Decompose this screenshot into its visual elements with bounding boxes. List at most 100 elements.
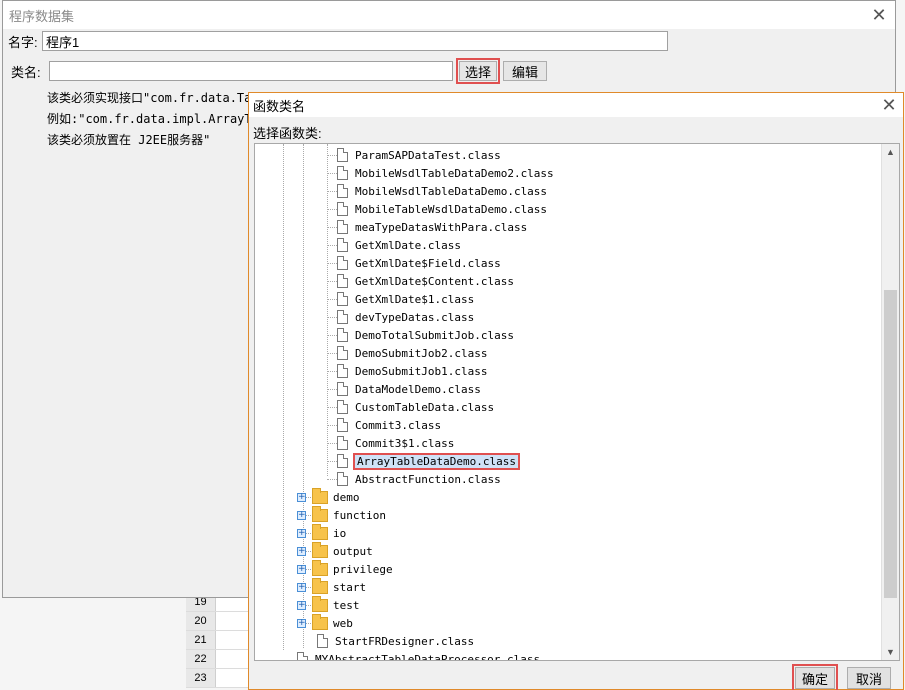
scrollbar-thumb[interactable] [884,290,897,598]
tree-folder[interactable]: + function [297,505,386,524]
tree-item-label: ParamSAPDataTest.class [355,148,501,162]
tree-item[interactable]: GetXmlDate$Content.class [337,272,514,290]
tree-item-label: Commit3$1.class [355,436,455,450]
file-icon [337,436,348,450]
tree-item[interactable]: meaTypeDatasWithPara.class [337,218,527,236]
file-icon [337,292,348,306]
tree-item[interactable]: Commit3$1.class [337,434,454,452]
ok-button[interactable]: 确定 [792,664,838,690]
tree-item-selected[interactable]: ArrayTableDataDemo.class [337,452,520,470]
name-row: 名字: [8,31,668,51]
tree-item[interactable]: DemoSubmitJob2.class [337,344,487,362]
expand-icon[interactable]: + [297,510,306,520]
tree-folder-label: start [333,580,367,594]
dataset-dialog-titlebar: 程序数据集 ✕ [3,1,895,29]
tree-item-label: GetXmlDate$Field.class [355,256,501,270]
tree-folder[interactable]: + demo [297,487,360,506]
expand-icon[interactable]: + [297,492,306,502]
function-dialog-titlebar: 函数类名 ✕ [249,93,903,117]
edit-button[interactable]: 编辑 [503,61,547,81]
tree-item-label: GetXmlDate$1.class [355,292,475,306]
expand-icon[interactable]: + [297,546,306,556]
class-tree[interactable]: ParamSAPDataTest.class MobileWsdlTableDat… [254,143,900,661]
class-name-input[interactable] [49,61,453,81]
folder-icon [312,541,328,558]
tree-folder[interactable]: + start [297,577,367,596]
tree-folder[interactable]: + privilege [297,559,393,578]
tree-item[interactable]: MobileWsdlTableDataDemo.class [337,182,547,200]
file-icon [317,634,328,648]
tree-item-label: meaTypeDatasWithPara.class [355,220,528,234]
tree-item-label: Commit3.class [355,418,442,432]
tree-item-label: GetXmlDate.class [355,238,461,252]
tree-folder[interactable]: + output [297,541,373,560]
spreadsheet-row-headers: 19 20 21 22 23 [186,593,250,688]
folder-icon [312,577,328,594]
file-icon [337,364,348,378]
tree-item-label: StartFRDesigner.class [335,634,475,648]
tree-folder[interactable]: + web [297,613,353,632]
tree-item[interactable]: GetXmlDate$Field.class [337,254,501,272]
file-icon [337,256,348,270]
tree-item[interactable]: CustomTableData.class [337,398,494,416]
tree-item[interactable]: MobileTableWsdlDataDemo.class [337,200,547,218]
file-icon [337,274,348,288]
tree-item[interactable]: GetXmlDate$1.class [337,290,474,308]
tree-item[interactable]: ParamSAPDataTest.class [337,146,501,164]
folder-icon [312,613,328,630]
row-number: 20 [186,612,216,630]
tree-item[interactable]: Commit3.class [337,416,441,434]
expand-icon[interactable]: + [297,618,306,628]
folder-icon [312,523,328,540]
expand-icon[interactable]: + [297,528,306,538]
close-icon[interactable]: ✕ [879,95,899,115]
file-icon [337,472,348,486]
row-number: 21 [186,631,216,649]
tree-item[interactable]: devTypeDatas.class [337,308,474,326]
file-icon [337,148,348,162]
tree-item[interactable]: MobileWsdlTableDataDemo2.class [337,164,554,182]
close-icon[interactable]: ✕ [869,5,889,25]
file-icon [337,310,348,324]
file-icon [337,202,348,216]
tree-folder-label: test [333,598,360,612]
file-icon [337,454,348,468]
tree-item[interactable]: MYAbstractTableDataProcessor.class [297,650,541,661]
tree-item[interactable]: DemoTotalSubmitJob.class [337,326,514,344]
tree-item[interactable]: DemoSubmitJob1.class [337,362,487,380]
tree-item-label: CustomTableData.class [355,400,495,414]
expand-icon[interactable]: + [297,600,306,610]
tree-item[interactable]: AbstractFunction.class [337,470,501,488]
file-icon [337,382,348,396]
tree-folder[interactable]: + test [297,595,360,614]
tree-item-label: MYAbstractTableDataProcessor.class [315,652,541,661]
file-icon [337,166,348,180]
folder-icon [312,559,328,576]
row-number: 23 [186,669,216,687]
hint-server: 该类必须放置在 J2EE服务器" [47,133,211,147]
vertical-scrollbar[interactable]: ▲ ▼ [881,144,899,660]
folder-icon [312,595,328,612]
table-row: 20 [186,612,250,631]
file-icon [337,328,348,342]
file-icon [337,220,348,234]
expand-icon[interactable]: + [297,564,306,574]
tree-folder[interactable]: + io [297,523,346,542]
select-button[interactable]: 选择 [456,58,500,84]
cancel-button[interactable]: 取消 [847,667,891,689]
tree-item-label: DemoTotalSubmitJob.class [355,328,514,342]
dataset-dialog-title: 程序数据集 [9,8,75,24]
name-input[interactable] [42,31,668,51]
scroll-up-icon[interactable]: ▲ [882,144,899,160]
file-icon [337,184,348,198]
tree-item[interactable]: GetXmlDate.class [337,236,461,254]
file-icon [337,400,348,414]
function-class-dialog: 函数类名 ✕ 选择函数类: ParamSAPDataTest.class Mobi… [248,92,904,690]
expand-icon[interactable]: + [297,582,306,592]
scroll-down-icon[interactable]: ▼ [882,644,899,660]
tree-item[interactable]: DataModelDemo.class [337,380,481,398]
class-row: 类名: 选择 编辑 [11,58,547,84]
folder-icon [312,487,328,504]
tree-item[interactable]: StartFRDesigner.class [317,632,474,650]
tree-item-label: GetXmlDate$Content.class [355,274,514,288]
